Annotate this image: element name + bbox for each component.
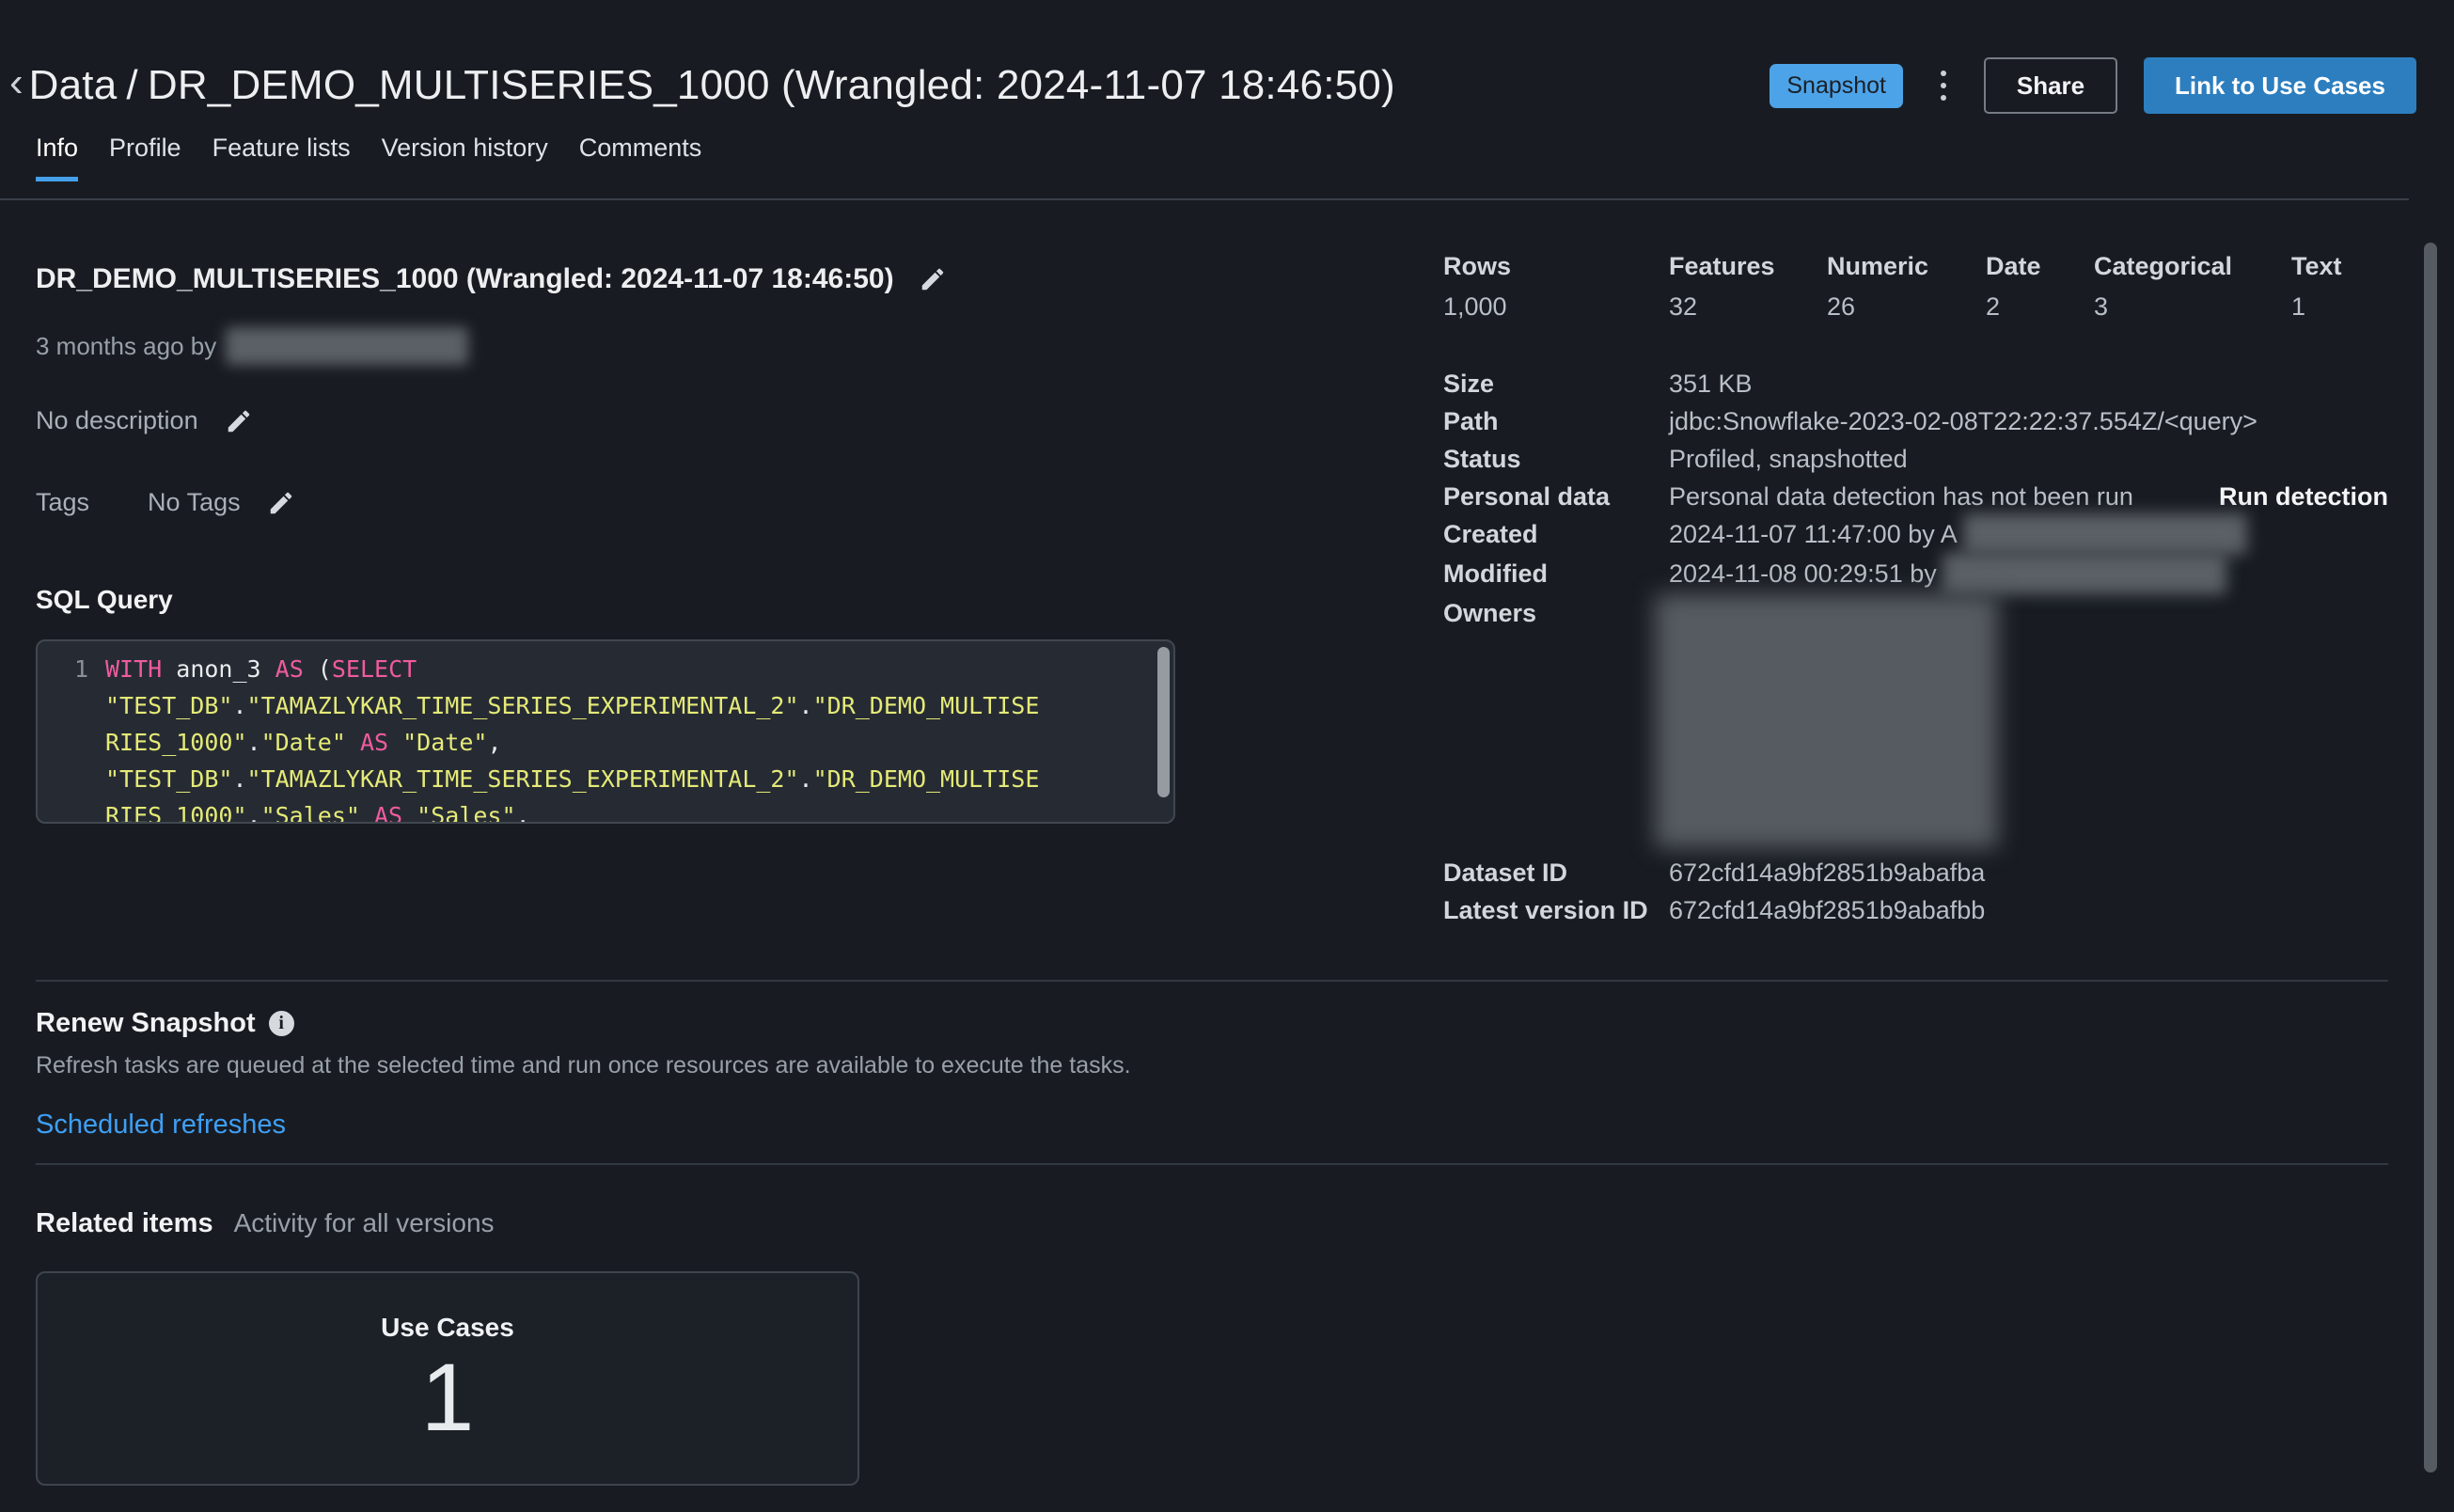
page-title: Data/DR_DEMO_MULTISERIES_1000 (Wrangled:…	[29, 62, 1395, 109]
dataset-info-page: ‹ Data/DR_DEMO_MULTISERIES_1000 (Wrangle…	[0, 0, 2454, 1512]
tags-label: Tags	[36, 488, 89, 517]
detail-label: Modified	[1443, 555, 1669, 592]
section-divider	[36, 1163, 2388, 1165]
share-button[interactable]: Share	[1984, 57, 2117, 114]
renew-snapshot-section: Renew Snapshot i Refresh tasks are queue…	[36, 1008, 1131, 1141]
breadcrumb-data-link[interactable]: Data	[29, 62, 118, 108]
edit-tags-pencil-icon[interactable]	[267, 489, 295, 517]
detail-label: Size	[1443, 365, 1669, 402]
stat-text: Text1	[2291, 252, 2342, 322]
related-items-section: Related items Activity for all versions …	[36, 1208, 859, 1486]
edit-description-pencil-icon[interactable]	[225, 407, 253, 435]
tab-comments[interactable]: Comments	[579, 134, 702, 181]
use-cases-count: 1	[38, 1345, 857, 1450]
detail-label: Owners	[1443, 594, 1669, 632]
renew-snapshot-description: Refresh tasks are queued at the selected…	[36, 1052, 1131, 1079]
tab-bar: Info Profile Feature lists Version history C…	[0, 117, 2454, 181]
detail-value: 351 KB	[1669, 365, 2388, 402]
dataset-title-text: DR_DEMO_MULTISERIES_1000 (Wrangled: 2024…	[148, 62, 1395, 108]
related-items-heading: Related items	[36, 1208, 213, 1239]
detail-value: 672cfd14a9bf2851b9abafbb	[1669, 891, 2388, 929]
modified-ago-text: 3 months ago by	[36, 332, 216, 361]
tab-feature-lists[interactable]: Feature lists	[212, 134, 351, 181]
sql-code-line: "TEST_DB"."TAMAZLYKAR_TIME_SERIES_EXPERI…	[58, 687, 1136, 724]
stats-row: Rows1,000Features32Numeric26Date2Categor…	[1443, 252, 2388, 322]
scheduled-refreshes-link[interactable]: Scheduled refreshes	[36, 1110, 286, 1141]
detail-label: Personal data	[1443, 478, 1669, 515]
sql-code-line: RIES_1000"."Sales" AS "Sales",	[58, 797, 1136, 824]
redacted-user-name	[1943, 553, 2226, 594]
tab-version-history[interactable]: Version history	[382, 134, 548, 181]
activity-subheading: Activity for all versions	[234, 1208, 495, 1238]
detail-row-size: Size351 KB	[1443, 365, 2388, 402]
stat-categorical: Categorical3	[2094, 252, 2291, 322]
sql-query-code-block[interactable]: 1WITH anon_3 AS (SELECT"TEST_DB"."TAMAZL…	[36, 639, 1175, 824]
tab-info[interactable]: Info	[36, 134, 78, 181]
detail-label: Dataset ID	[1443, 854, 1669, 891]
sql-code-lines: 1WITH anon_3 AS (SELECT"TEST_DB"."TAMAZL…	[58, 651, 1136, 824]
detail-row-created: Created2024-11-07 11:47:00 by A	[1443, 515, 2388, 555]
detail-value: 672cfd14a9bf2851b9abafba	[1669, 854, 2388, 891]
page-scrollbar-thumb[interactable]	[2424, 243, 2437, 1473]
redacted-author-name	[226, 327, 468, 365]
use-cases-card[interactable]: Use Cases 1	[36, 1271, 859, 1486]
left-column: DR_DEMO_MULTISERIES_1000 (Wrangled: 2024…	[36, 252, 1175, 929]
detail-row-dataset-id: Dataset ID672cfd14a9bf2851b9abafba	[1443, 854, 2388, 891]
use-cases-card-title: Use Cases	[38, 1313, 857, 1343]
tags-value: No Tags	[148, 488, 241, 517]
detail-row-owners: Owners	[1443, 594, 2388, 848]
detail-row-status: StatusProfiled, snapshotted	[1443, 440, 2388, 478]
detail-label: Status	[1443, 440, 1669, 478]
stat-date: Date2	[1986, 252, 2094, 322]
detail-rows: Size351 KBPathjdbc:Snowflake-2023-02-08T…	[1443, 365, 2388, 929]
snapshot-badge: Snapshot	[1770, 64, 1903, 108]
tab-bar-divider	[0, 198, 2409, 200]
detail-value: Personal data detection has not been run…	[1669, 478, 2388, 515]
detail-value: jdbc:Snowflake-2023-02-08T22:22:37.554Z/…	[1669, 402, 2388, 440]
detail-row-personal-data: Personal dataPersonal data detection has…	[1443, 478, 2388, 515]
link-to-use-cases-button[interactable]: Link to Use Cases	[2144, 57, 2416, 114]
detail-value: 2024-11-07 11:47:00 by A	[1669, 515, 2388, 555]
main-content: DR_DEMO_MULTISERIES_1000 (Wrangled: 2024…	[0, 181, 2454, 929]
stat-features: Features32	[1669, 252, 1827, 322]
stat-rows: Rows1,000	[1443, 252, 1669, 322]
sql-query-heading: SQL Query	[36, 585, 1175, 615]
right-column: Rows1,000Features32Numeric26Date2Categor…	[1443, 252, 2388, 929]
kebab-menu-icon[interactable]	[1929, 63, 1958, 108]
edit-title-pencil-icon[interactable]	[919, 265, 947, 293]
page-header: ‹ Data/DR_DEMO_MULTISERIES_1000 (Wrangle…	[0, 0, 2454, 117]
header-actions: Snapshot Share Link to Use Cases	[1770, 57, 2416, 114]
dataset-heading: DR_DEMO_MULTISERIES_1000 (Wrangled: 2024…	[36, 263, 894, 295]
back-chevron-icon[interactable]: ‹	[9, 62, 29, 109]
detail-row-path: Pathjdbc:Snowflake-2023-02-08T22:22:37.5…	[1443, 402, 2388, 440]
detail-label: Path	[1443, 402, 1669, 440]
detail-label: Created	[1443, 515, 1669, 553]
sql-code-line: RIES_1000"."Date" AS "Date",	[58, 724, 1136, 761]
tab-profile[interactable]: Profile	[109, 134, 181, 181]
detail-row-latest-version-id: Latest version ID672cfd14a9bf2851b9abafb…	[1443, 891, 2388, 929]
renew-snapshot-heading: Renew Snapshot	[36, 1008, 256, 1039]
detail-row-modified: Modified2024-11-08 00:29:51 by	[1443, 555, 2388, 594]
detail-value: 2024-11-08 00:29:51 by	[1669, 555, 2388, 594]
redacted-owners-block	[1655, 594, 1998, 848]
stat-numeric: Numeric26	[1827, 252, 1986, 322]
detail-value	[1669, 594, 2388, 848]
redacted-user-name	[1963, 513, 2247, 555]
code-scrollbar-thumb[interactable]	[1157, 647, 1170, 797]
detail-value: Profiled, snapshotted	[1669, 440, 2388, 478]
info-icon[interactable]: i	[269, 1011, 294, 1036]
breadcrumb-separator: /	[117, 62, 147, 108]
description-text: No description	[36, 406, 198, 435]
section-divider	[36, 980, 2388, 982]
run-detection-link[interactable]: Run detection	[2219, 478, 2388, 515]
sql-code-line: 1WITH anon_3 AS (SELECT	[58, 651, 1136, 687]
detail-label: Latest version ID	[1443, 891, 1669, 929]
sql-code-line: "TEST_DB"."TAMAZLYKAR_TIME_SERIES_EXPERI…	[58, 761, 1136, 797]
